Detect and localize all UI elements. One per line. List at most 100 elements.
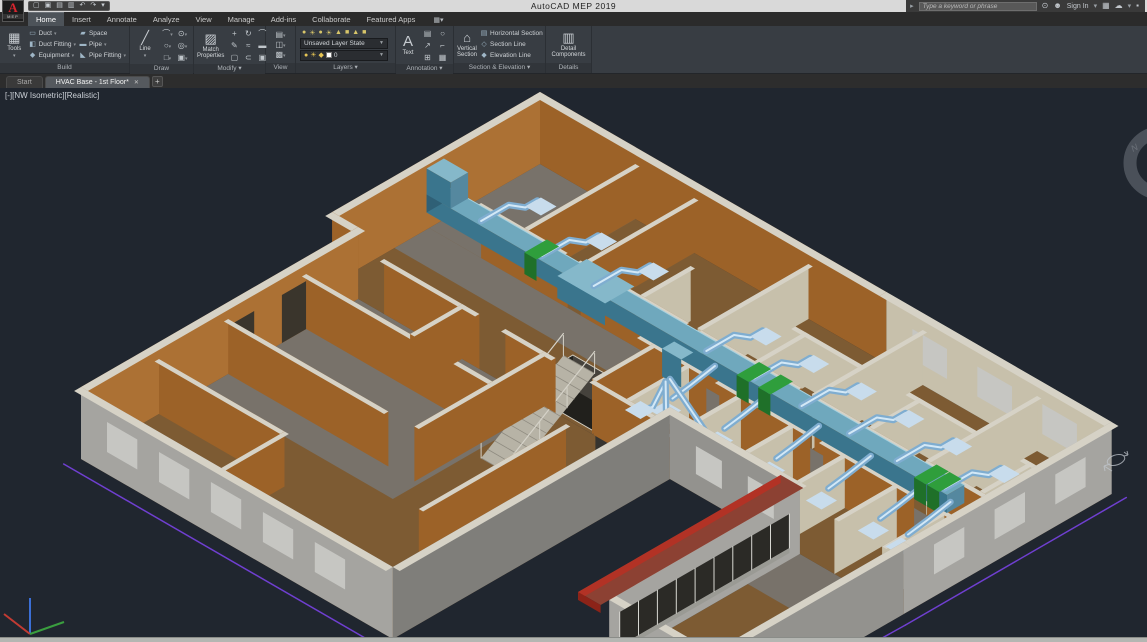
tab-view[interactable]: View: [188, 13, 220, 26]
save-icon[interactable]: ▤: [56, 2, 63, 10]
pipe-button[interactable]: ▬Pipe▾: [79, 40, 126, 50]
panel-label-draw[interactable]: Draw: [130, 64, 193, 74]
view-style-icon[interactable]: ▤▾: [275, 30, 285, 39]
table-tool-icon[interactable]: ⊞: [420, 53, 435, 62]
autodesk360-cloud-icon[interactable]: ☁: [1115, 1, 1123, 11]
file-tab-start[interactable]: Start: [6, 76, 43, 88]
app-menu-button[interactable]: A MEP: [2, 0, 24, 22]
view-window-icon[interactable]: ◫▾: [275, 40, 285, 49]
horizontal-section-button[interactable]: ▤Horizontal Section: [480, 29, 543, 39]
layer-freeze-icon[interactable]: ☀: [326, 29, 332, 37]
duct-icon: ▭: [29, 29, 37, 39]
hatch-tool-icon[interactable]: ▣▾: [175, 53, 190, 62]
panel-label-details[interactable]: Details: [546, 63, 591, 73]
help-search-input[interactable]: [919, 2, 1037, 11]
command-line-strip[interactable]: [0, 637, 1147, 642]
wipeout-tool-icon[interactable]: ▦: [435, 53, 450, 62]
infocenter: ▸ ⊙ ☻ Sign In ▾ ▦ ☁ ▾ ▪: [906, 0, 1145, 12]
tab-featured-apps[interactable]: Featured Apps: [359, 13, 424, 26]
panel-section-elevation: ⌂ Vertical Section ▤Horizontal Section ◇…: [454, 26, 546, 73]
panel-details: ▥ Detail Components Details: [546, 26, 592, 73]
tab-manage[interactable]: Manage: [220, 13, 263, 26]
offset-tool-icon[interactable]: ⊂: [241, 53, 255, 62]
layer-match-icon[interactable]: ■: [362, 29, 366, 37]
panel-label-annotation[interactable]: Annotation ▾: [396, 64, 453, 74]
arc-tool-icon[interactable]: ⌒▾: [160, 28, 175, 39]
search-icon[interactable]: ⊙: [1042, 1, 1049, 11]
pan-cursor-icon: [1104, 451, 1128, 471]
open-file-icon[interactable]: ▣: [45, 2, 52, 10]
panel-label-view[interactable]: View: [266, 63, 295, 73]
plot-icon[interactable]: ▥: [68, 2, 75, 10]
panel-view: ▤▾ ◫▾ ▩▾ View: [266, 26, 296, 73]
duct-fitting-button[interactable]: ◧Duct Fitting▾: [29, 40, 76, 50]
circle-tool-icon[interactable]: ○▾: [160, 41, 175, 50]
view-grid-icon[interactable]: ▩▾: [275, 50, 285, 59]
point-tool-icon[interactable]: ⊙▾: [175, 29, 190, 38]
rotate-tool-icon[interactable]: ↻: [241, 29, 255, 38]
vertical-section-button[interactable]: ⌂ Vertical Section: [457, 31, 477, 58]
new-drawing-tab-button[interactable]: +: [152, 76, 163, 87]
duct-button[interactable]: ▭Duct▾: [29, 29, 76, 39]
infocenter-minimize-icon[interactable]: ▪: [1136, 1, 1139, 11]
rectangle-tool-icon[interactable]: □▾: [160, 53, 175, 62]
viewport-controls[interactable]: [-][NW Isometric][Realistic]: [5, 91, 99, 100]
tab-collaborate[interactable]: Collaborate: [304, 13, 358, 26]
sign-in-caret-icon[interactable]: ▾: [1094, 2, 1098, 10]
layer-state-dropdown[interactable]: Unsaved Layer State▼: [300, 38, 388, 49]
dimension-tool-icon[interactable]: ▤: [420, 29, 435, 38]
panel-label-build[interactable]: Build: [0, 63, 129, 73]
layer-on-icon[interactable]: ●: [302, 29, 306, 37]
leader-tool-icon[interactable]: ↗: [420, 41, 435, 50]
section-line-button[interactable]: ◇Section Line: [480, 40, 543, 50]
undo-icon[interactable]: ↶: [80, 2, 86, 10]
match-properties-button[interactable]: ▨ Match Properties: [197, 32, 224, 59]
erase-tool-icon[interactable]: ▢: [227, 53, 241, 62]
layer-off-icon[interactable]: ●: [319, 29, 323, 37]
pipe-fitting-button[interactable]: ◣Pipe Fitting▾: [79, 51, 126, 61]
ellipse-tool-icon[interactable]: ◎▾: [175, 41, 190, 50]
mark-tool-icon[interactable]: ⌐: [435, 41, 450, 50]
new-file-icon[interactable]: ▢: [33, 2, 40, 10]
ribbon-options-icon[interactable]: ▦▾: [433, 16, 443, 26]
file-tab-hvac-base[interactable]: HVAC Base - 1st Floor*✕: [45, 76, 150, 88]
layer-thaw-icon[interactable]: ☀: [309, 29, 315, 37]
sign-in-button[interactable]: Sign In: [1067, 3, 1089, 10]
section-line-icon: ◇: [480, 40, 488, 50]
text-button[interactable]: A Text: [399, 35, 417, 56]
drawing-viewport[interactable]: [-][NW Isometric][Realistic] N: [0, 88, 1147, 637]
app-store-cart-icon[interactable]: ▦: [1102, 1, 1110, 11]
layer-dropdown[interactable]: ● ☀ ◆ 0 ▼: [300, 50, 388, 61]
close-tab-icon[interactable]: ✕: [134, 80, 139, 86]
space-button[interactable]: ▰Space: [79, 29, 126, 39]
viewcube[interactable]: N: [1129, 133, 1147, 193]
cloud-caret-icon[interactable]: ▾: [1128, 2, 1132, 10]
tab-insert[interactable]: Insert: [64, 13, 99, 26]
ucs-icon: [4, 598, 64, 634]
qat-dropdown-icon[interactable]: ▾: [101, 2, 105, 10]
elevation-line-button[interactable]: ◆Elevation Line: [480, 51, 543, 61]
tab-home[interactable]: Home: [28, 12, 64, 26]
line-button[interactable]: ╱ Line ▾: [133, 31, 157, 59]
layer-isolate-icon[interactable]: ▲: [335, 29, 342, 37]
tab-addins[interactable]: Add-ins: [263, 13, 304, 26]
infocenter-collapse-icon[interactable]: ▸: [910, 2, 914, 10]
stretch-tool-icon[interactable]: ≈: [241, 41, 255, 50]
detail-components-button[interactable]: ▥ Detail Components: [549, 31, 588, 58]
tab-annotate[interactable]: Annotate: [99, 13, 145, 26]
tab-analyze[interactable]: Analyze: [145, 13, 188, 26]
edit-tool-icon[interactable]: ✎: [227, 41, 241, 50]
equipment-button[interactable]: ◆Equipment▾: [29, 51, 76, 61]
layer-lock-icon[interactable]: ■: [345, 29, 349, 37]
move-tool-icon[interactable]: +: [227, 29, 241, 38]
panel-label-section[interactable]: Section & Elevation ▾: [454, 63, 545, 73]
tools-button[interactable]: ▦ Tools ▾: [3, 31, 26, 59]
revision-cloud-icon[interactable]: ○: [435, 29, 450, 38]
elevation-line-icon: ◆: [480, 51, 488, 61]
panel-label-layers[interactable]: Layers ▾: [296, 63, 395, 73]
horizontal-section-icon: ▤: [480, 29, 488, 39]
layer-walk-icon[interactable]: ▲: [352, 29, 359, 37]
panel-label-modify[interactable]: Modify ▾: [194, 64, 265, 74]
quick-access-toolbar: ▢ ▣ ▤ ▥ ↶ ↷ ▾: [28, 1, 110, 11]
redo-icon[interactable]: ↷: [90, 2, 96, 10]
